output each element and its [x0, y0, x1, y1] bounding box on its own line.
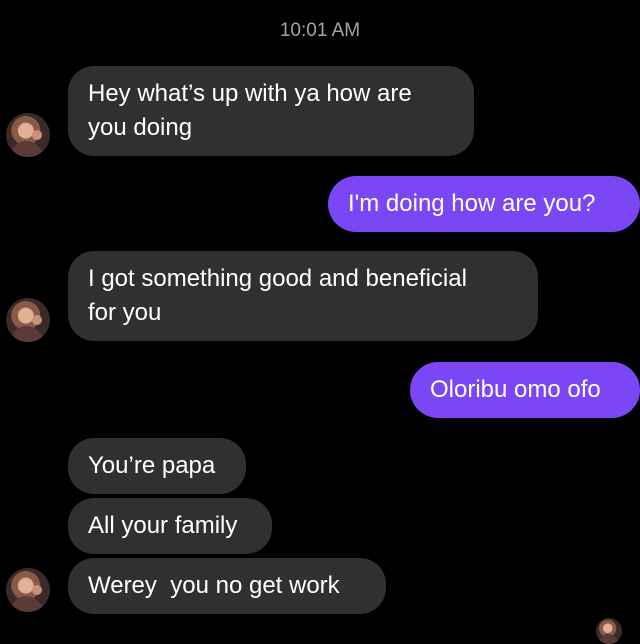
message-bubble-outgoing[interactable]: Oloribu omo ofo: [410, 362, 640, 418]
message-bubble-incoming[interactable]: Hey what’s up with ya how are you doing: [68, 66, 474, 156]
message-bubble-incoming[interactable]: You’re papa: [68, 438, 246, 494]
contact-avatar-icon[interactable]: [6, 298, 50, 342]
message-bubble-incoming[interactable]: Werey you no get work: [68, 558, 386, 614]
message-timestamp: 10:01 AM: [279, 20, 361, 41]
contact-avatar-icon[interactable]: [6, 568, 50, 612]
message-bubble-incoming[interactable]: I got something good and beneficial for …: [68, 251, 538, 341]
message-bubble-incoming[interactable]: All your family: [68, 498, 272, 554]
message-bubble-outgoing[interactable]: I'm doing how are you?: [328, 176, 640, 232]
read-receipt-avatar-icon: [596, 618, 622, 644]
contact-avatar-icon[interactable]: [6, 113, 50, 157]
